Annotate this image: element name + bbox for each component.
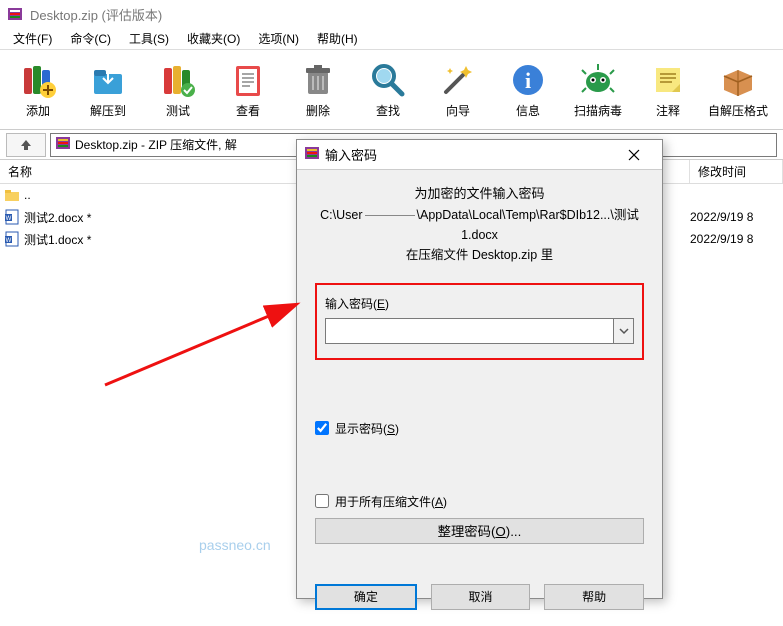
ok-button[interactable]: 确定 xyxy=(315,584,417,610)
menu-commands[interactable]: 命令(C) xyxy=(61,28,120,49)
window-titlebar: Desktop.zip (评估版本) xyxy=(0,0,783,28)
toolbar: 添加 解压到 测试 查看 删除 查找 向导 i 信息 扫描病毒 注释 自解压格式 xyxy=(0,50,783,130)
watermark: passneo.cn xyxy=(199,537,271,553)
info-icon: i xyxy=(508,60,548,100)
toolbar-delete-label: 删除 xyxy=(306,102,330,119)
toolbar-extract-button[interactable]: 解压到 xyxy=(76,54,140,126)
toolbar-wizard-button[interactable]: 向导 xyxy=(426,54,490,126)
docx-icon: W xyxy=(4,231,20,247)
wand-icon xyxy=(438,60,478,100)
column-modified[interactable]: 修改时间 xyxy=(690,160,783,183)
toolbar-test-label: 测试 xyxy=(166,102,190,119)
use-all-checkbox[interactable] xyxy=(315,494,329,508)
folder-extract-icon xyxy=(88,60,128,100)
toolbar-find-button[interactable]: 查找 xyxy=(356,54,420,126)
notebook-icon xyxy=(228,60,268,100)
toolbar-wizard-label: 向导 xyxy=(446,102,470,119)
show-password-row: 显示密码(S) xyxy=(315,420,644,437)
menu-options[interactable]: 选项(N) xyxy=(249,28,308,49)
toolbar-extract-label: 解压到 xyxy=(90,102,126,119)
show-password-checkbox[interactable] xyxy=(315,421,329,435)
menu-tools[interactable]: 工具(S) xyxy=(120,28,178,49)
file-date: 2022/9/19 8 xyxy=(690,232,779,246)
dialog-header: 为加密的文件输入密码 C:\User\AppData\Local\Temp\Ra… xyxy=(315,184,644,265)
search-icon xyxy=(368,60,408,100)
toolbar-comment-label: 注释 xyxy=(656,102,680,119)
trash-icon xyxy=(298,60,338,100)
toolbar-view-label: 查看 xyxy=(236,102,260,119)
menu-help[interactable]: 帮助(H) xyxy=(308,28,367,49)
toolbar-scan-button[interactable]: 扫描病毒 xyxy=(566,54,630,126)
window-title: Desktop.zip (评估版本) xyxy=(30,5,162,24)
file-name: .. xyxy=(24,188,31,202)
password-field-group: 输入密码(E) xyxy=(315,283,644,360)
file-name: 测试2.docx * xyxy=(24,209,91,226)
svg-text:W: W xyxy=(6,238,12,244)
toolbar-view-button[interactable]: 查看 xyxy=(216,54,280,126)
use-all-label[interactable]: 用于所有压缩文件(A) xyxy=(335,493,447,510)
help-button[interactable]: 帮助 xyxy=(544,584,644,610)
toolbar-info-label: 信息 xyxy=(516,102,540,119)
file-name: 测试1.docx * xyxy=(24,231,91,248)
manage-passwords-button[interactable]: 整理密码(O)... xyxy=(315,518,644,544)
toolbar-find-label: 查找 xyxy=(376,102,400,119)
archive-icon xyxy=(303,144,321,165)
archive-icon xyxy=(55,135,71,154)
nav-up-button[interactable] xyxy=(6,133,46,157)
toolbar-scan-label: 扫描病毒 xyxy=(574,102,622,119)
toolbar-test-button[interactable]: 测试 xyxy=(146,54,210,126)
box-icon xyxy=(718,60,758,100)
toolbar-delete-button[interactable]: 删除 xyxy=(286,54,350,126)
dialog-title: 输入密码 xyxy=(325,145,377,164)
use-all-row: 用于所有压缩文件(A) xyxy=(315,493,644,510)
docx-icon: W xyxy=(4,209,20,225)
dialog-prompt: 为加密的文件输入密码 xyxy=(315,184,644,205)
folder-up-icon xyxy=(4,187,20,203)
menu-favorites[interactable]: 收藏夹(O) xyxy=(178,28,249,49)
dialog-archive-line: 在压缩文件 Desktop.zip 里 xyxy=(315,245,644,265)
password-dialog: 输入密码 为加密的文件输入密码 C:\User\AppData\Local\Te… xyxy=(296,139,663,599)
toolbar-info-button[interactable]: i 信息 xyxy=(496,54,560,126)
svg-text:i: i xyxy=(525,68,531,93)
books-add-icon xyxy=(18,60,58,100)
close-icon xyxy=(628,149,640,161)
show-password-label[interactable]: 显示密码(S) xyxy=(335,420,399,437)
dialog-titlebar: 输入密码 xyxy=(297,140,662,170)
chevron-down-icon xyxy=(619,326,629,336)
close-button[interactable] xyxy=(612,141,656,169)
toolbar-add-label: 添加 xyxy=(26,102,50,119)
note-icon xyxy=(648,60,688,100)
app-icon xyxy=(6,5,24,23)
cancel-button[interactable]: 取消 xyxy=(431,584,531,610)
svg-text:W: W xyxy=(6,216,12,222)
toolbar-sfx-button[interactable]: 自解压格式 xyxy=(706,54,770,126)
virus-icon xyxy=(578,60,618,100)
password-label: 输入密码(E) xyxy=(325,295,634,312)
password-input[interactable] xyxy=(325,318,614,344)
toolbar-comment-button[interactable]: 注释 xyxy=(636,54,700,126)
address-text: Desktop.zip - ZIP 压缩文件, 解 xyxy=(75,136,237,153)
books-test-icon xyxy=(158,60,198,100)
toolbar-sfx-label: 自解压格式 xyxy=(708,102,768,119)
password-dropdown-button[interactable] xyxy=(614,318,634,344)
file-date: 2022/9/19 8 xyxy=(690,210,779,224)
menu-bar: 文件(F) 命令(C) 工具(S) 收藏夹(O) 选项(N) 帮助(H) xyxy=(0,28,783,50)
menu-file[interactable]: 文件(F) xyxy=(4,28,61,49)
dialog-path: C:\User\AppData\Local\Temp\Rar$DIb12...\… xyxy=(315,205,644,245)
toolbar-add-button[interactable]: 添加 xyxy=(6,54,70,126)
